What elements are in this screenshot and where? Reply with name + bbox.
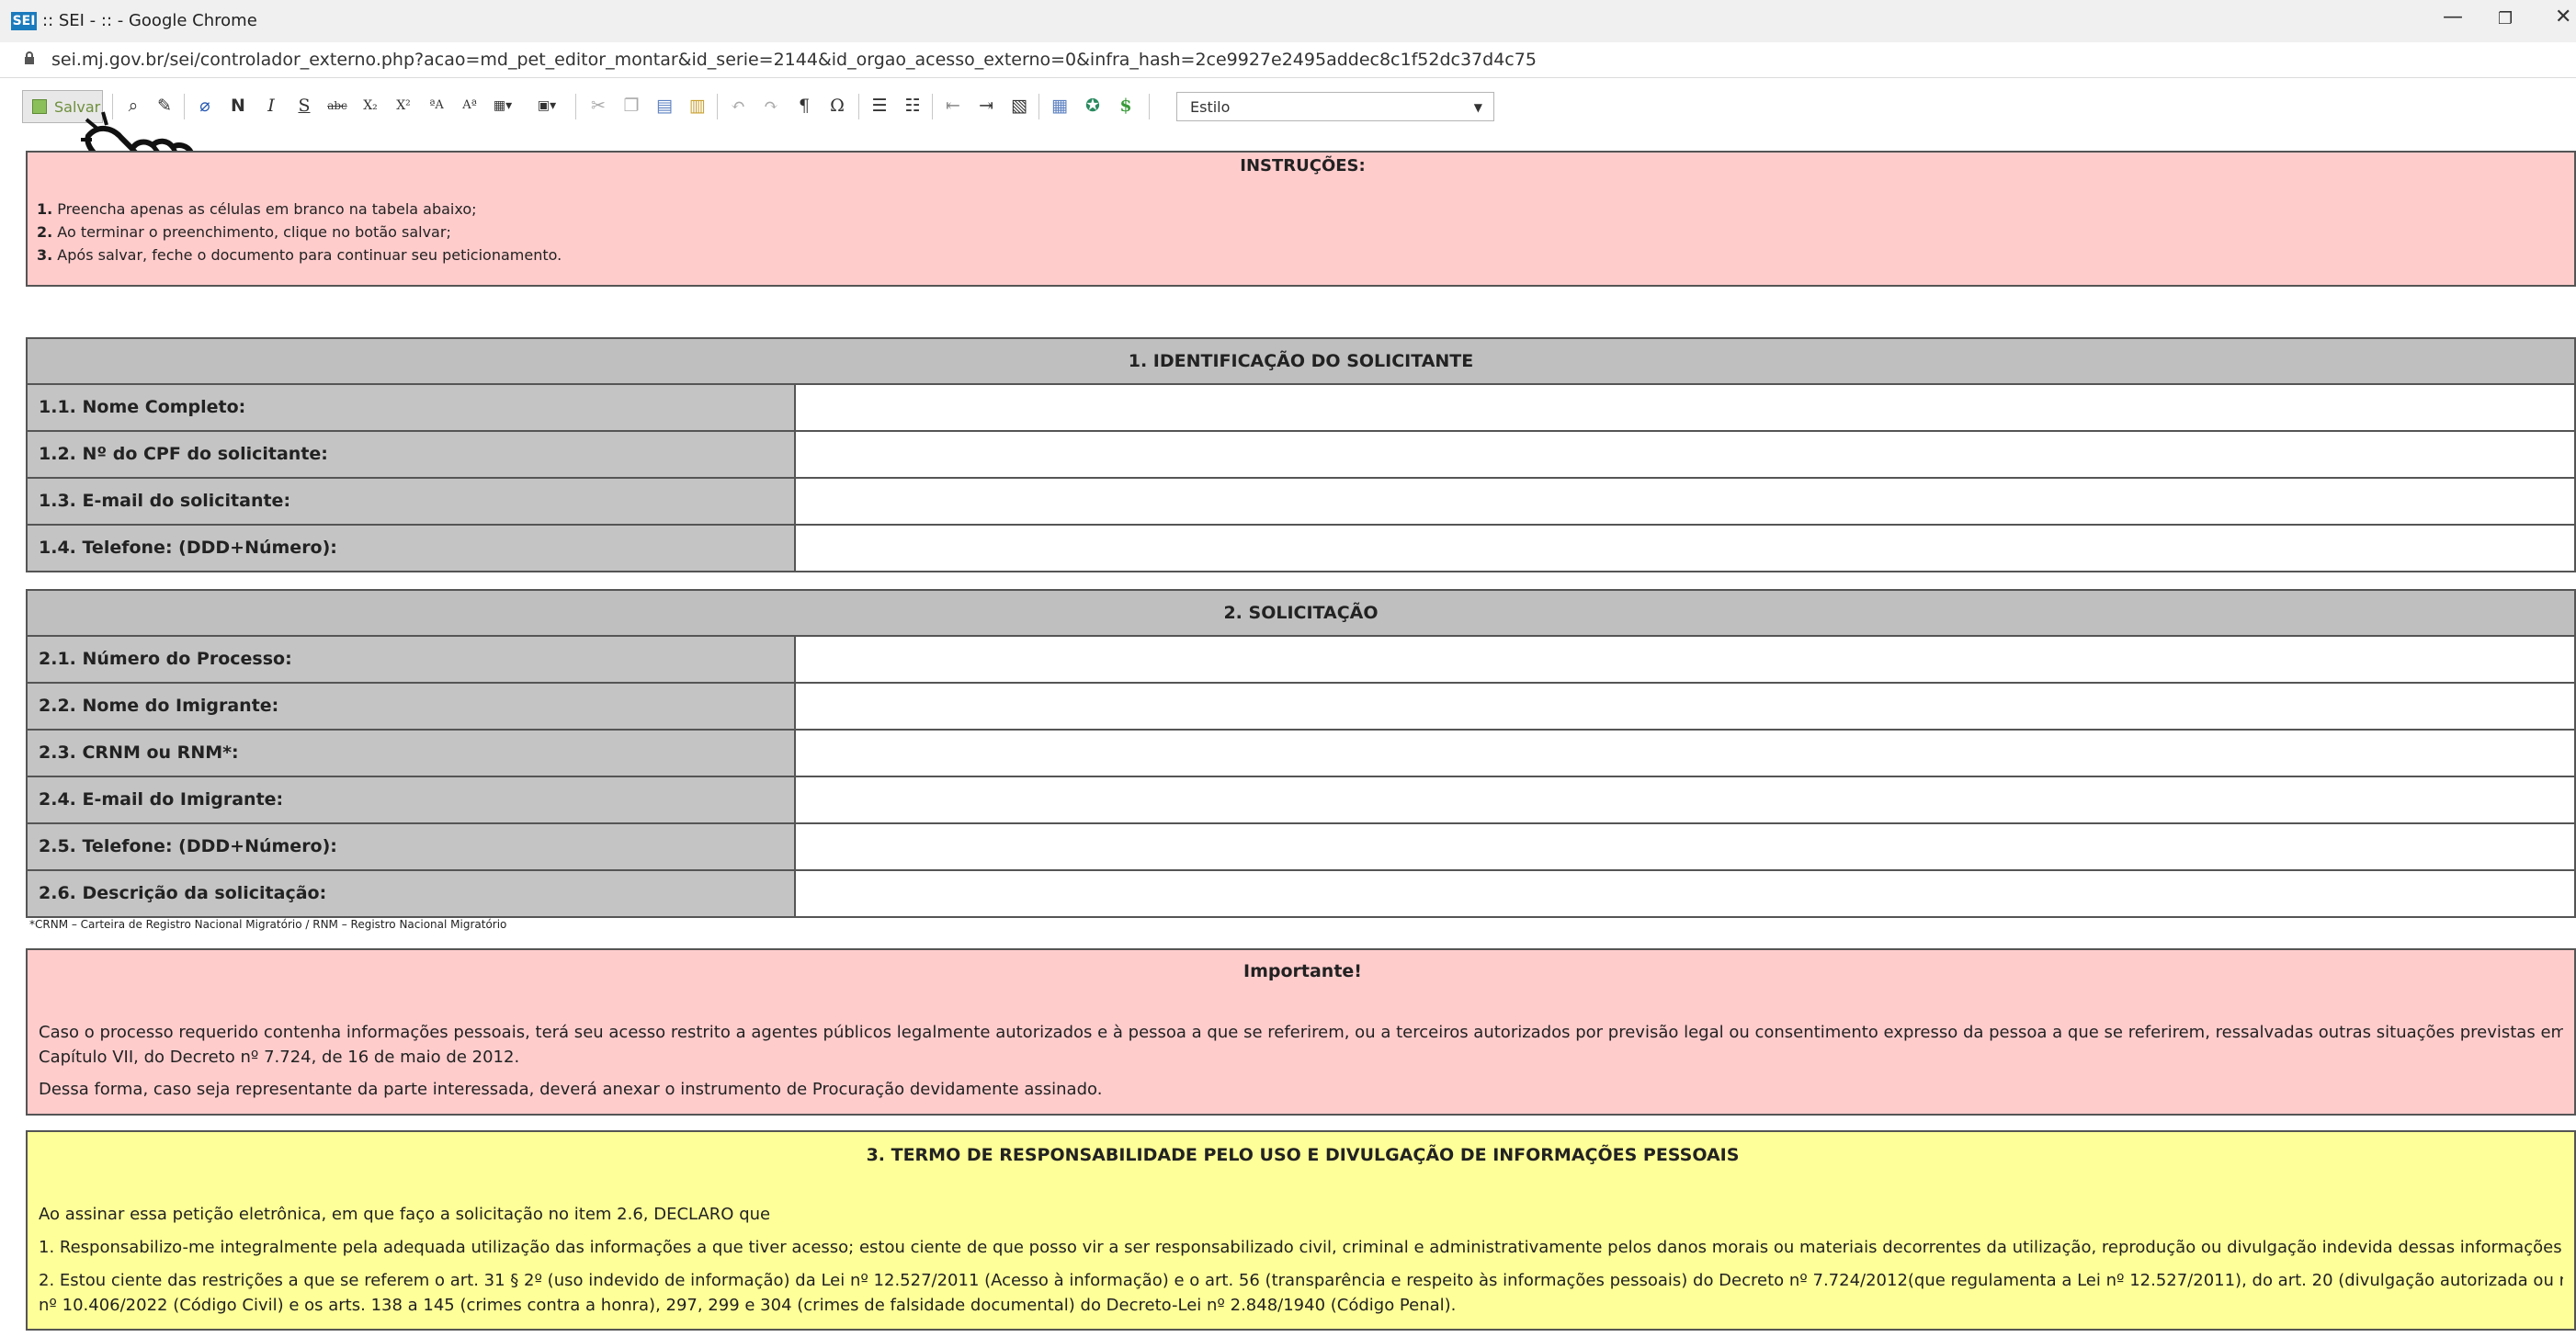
indent-icon[interactable]: ⇥ xyxy=(972,92,1000,119)
bold-button[interactable]: N xyxy=(224,92,252,119)
uppercase-icon[interactable]: ªA xyxy=(423,92,450,119)
table-row: 2.5. Telefone: (DDD+Número): xyxy=(26,824,2576,871)
cpf-input[interactable] xyxy=(796,432,2574,477)
lock-icon xyxy=(25,51,34,64)
table-row: 2.6. Descrição da solicitação: xyxy=(26,871,2576,918)
termo-title: 3. TERMO DE RESPONSABILIDADE PELO USO E … xyxy=(866,1145,1740,1165)
footnote: *CRNM – Carteira de Registro Nacional Mi… xyxy=(29,918,507,931)
table-icon[interactable]: ▦ xyxy=(1046,92,1073,119)
table-row: 2.4. E-mail do Imigrante: xyxy=(26,777,2576,824)
style-select[interactable]: Estilo ▼ xyxy=(1176,92,1494,121)
underline-button[interactable]: S xyxy=(290,92,318,119)
lowercase-icon[interactable]: Aª xyxy=(456,92,483,119)
row-label: 2.5. Telefone: (DDD+Número): xyxy=(28,824,796,869)
section-1-header: 1. IDENTIFICAÇÃO DO SOLICITANTE xyxy=(26,337,2576,385)
undo-icon[interactable]: ↶ xyxy=(724,92,752,119)
paste-word-icon[interactable]: ▥ xyxy=(684,92,711,119)
omega-button[interactable]: Ω xyxy=(823,92,851,119)
termo-box: 3. TERMO DE RESPONSABILIDADE PELO USO E … xyxy=(26,1130,2576,1331)
style-select-value: Estilo xyxy=(1190,98,1231,116)
crnm-input[interactable] xyxy=(796,731,2574,776)
important-text-line: Caso o processo requerido contenha infor… xyxy=(39,1023,2563,1042)
outdent-icon[interactable]: ⇤ xyxy=(939,92,967,119)
superscript-button[interactable]: X² xyxy=(390,92,417,119)
termo-item-2: 2. Estou ciente das restrições a que se … xyxy=(39,1271,2563,1290)
cut-icon[interactable]: ✂ xyxy=(584,92,612,119)
row-label: 1.1. Nome Completo: xyxy=(28,385,796,430)
browser-title-bar: SEI :: SEI - :: - Google Chrome — ❐ ✕ xyxy=(0,0,2576,43)
table-row: 2.1. Número do Processo: xyxy=(26,637,2576,684)
important-box: Importante! Caso o processo requerido co… xyxy=(26,948,2576,1116)
table-row: 1.1. Nome Completo: xyxy=(26,385,2576,432)
close-button[interactable]: ✕ xyxy=(2555,6,2571,28)
subscript-button[interactable]: X₂ xyxy=(357,92,384,119)
row-label: 2.2. Nome do Imigrante: xyxy=(28,684,796,729)
row-label: 1.3. E-mail do solicitante: xyxy=(28,479,796,524)
address-bar[interactable]: sei.mj.gov.br/sei/controlador_externo.ph… xyxy=(0,42,2576,78)
numbered-list-icon[interactable]: ☰ xyxy=(866,92,893,119)
descricao-input[interactable] xyxy=(796,871,2574,916)
row-label: 2.3. CRNM ou RNM*: xyxy=(28,731,796,776)
row-label: 2.6. Descrição da solicitação: xyxy=(28,871,796,916)
table-style-icon[interactable]: ▦▾ xyxy=(489,92,516,119)
email-solicitante-input[interactable] xyxy=(796,479,2574,524)
termo-intro: Ao assinar essa petição eletrônica, em q… xyxy=(39,1205,771,1224)
paste-icon[interactable]: ▤ xyxy=(651,92,678,119)
sei-favicon-icon: SEI xyxy=(11,12,37,30)
table-row: 2.3. CRNM ou RNM*: xyxy=(26,731,2576,777)
redo-icon[interactable]: ↷ xyxy=(757,92,785,119)
instruction-line: 1. Preencha apenas as células em branco … xyxy=(37,200,477,218)
image-icon[interactable]: ▧ xyxy=(1005,92,1033,119)
instructions-box: INSTRUÇÕES: 1. Preencha apenas as célula… xyxy=(26,151,2576,287)
important-text-line: Capítulo VII, do Decreto nº 7.724, de 16… xyxy=(39,1048,520,1067)
nome-imigrante-input[interactable] xyxy=(796,684,2574,729)
bulleted-list-icon[interactable]: ☷ xyxy=(899,92,926,119)
table-row: 2.2. Nome do Imigrante: xyxy=(26,684,2576,731)
row-label: 2.1. Número do Processo: xyxy=(28,637,796,682)
termo-item-2-cont: nº 10.406/2022 (Código Civil) e os arts.… xyxy=(39,1296,1457,1315)
email-imigrante-input[interactable] xyxy=(796,777,2574,822)
window-title: :: SEI - :: - Google Chrome xyxy=(42,11,257,30)
table-row: 1.4. Telefone: (DDD+Número): xyxy=(26,526,2576,572)
instruction-line: 2. Ao terminar o preenchimento, clique n… xyxy=(37,223,451,241)
telefone-imigrante-input[interactable] xyxy=(796,824,2574,869)
numero-processo-input[interactable] xyxy=(796,637,2574,682)
instruction-line: 3. Após salvar, feche o documento para c… xyxy=(37,246,562,264)
save-icon xyxy=(32,99,47,114)
spellcheck-icon[interactable]: ✪ xyxy=(1079,92,1106,119)
minimize-button[interactable]: — xyxy=(2443,6,2463,28)
strike-button[interactable]: abc xyxy=(323,92,351,119)
section-2-header: 2. SOLICITAÇÃO xyxy=(26,589,2576,637)
important-text-line: Dessa forma, caso seja representante da … xyxy=(39,1080,1103,1099)
telefone-solicitante-input[interactable] xyxy=(796,526,2574,571)
important-title: Importante! xyxy=(1243,961,1362,981)
row-label: 1.4. Telefone: (DDD+Número): xyxy=(28,526,796,571)
restore-button[interactable]: ❐ xyxy=(2498,9,2513,28)
row-label: 2.4. E-mail do Imigrante: xyxy=(28,777,796,822)
table-row: 1.3. E-mail do solicitante: xyxy=(26,479,2576,526)
nome-completo-input[interactable] xyxy=(796,385,2574,430)
chevron-down-icon: ▼ xyxy=(1473,101,1482,114)
editor-toolbar: Salvar ⌕ ✎ ⌀ N I S abc X₂ X² ªA Aª ▦▾ ▣▾… xyxy=(22,88,2576,130)
italic-button[interactable]: I xyxy=(257,92,285,119)
row-label: 1.2. Nº do CPF do solicitante: xyxy=(28,432,796,477)
pilcrow-icon[interactable]: ¶ xyxy=(790,92,818,119)
copy-icon[interactable]: ❐ xyxy=(618,92,645,119)
termo-item-1: 1. Responsabilizo-me integralmente pela … xyxy=(39,1238,2563,1257)
dollar-icon[interactable]: $ xyxy=(1112,92,1140,119)
url-text[interactable]: sei.mj.gov.br/sei/controlador_externo.ph… xyxy=(51,50,1537,70)
table-row: 1.2. Nº do CPF do solicitante: xyxy=(26,432,2576,479)
instructions-title: INSTRUÇÕES: xyxy=(1240,156,1366,176)
text-color-icon[interactable]: ▣▾ xyxy=(533,92,561,119)
